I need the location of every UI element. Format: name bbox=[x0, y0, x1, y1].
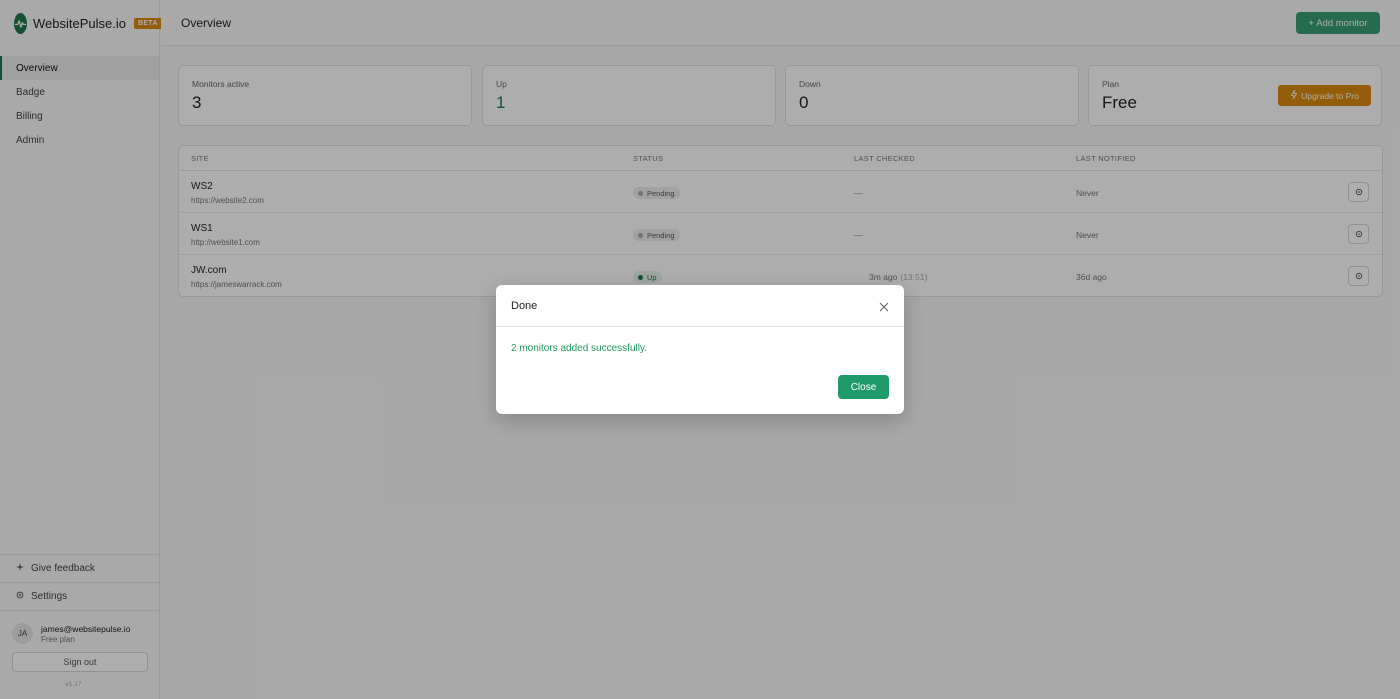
close-button[interactable]: Close bbox=[838, 375, 889, 399]
dialog-message: 2 monitors added successfully. bbox=[511, 343, 647, 354]
done-dialog: Done 2 monitors added successfully. Clos… bbox=[496, 285, 904, 414]
dialog-header: Done bbox=[496, 285, 904, 327]
dialog-title: Done bbox=[511, 300, 538, 312]
close-icon[interactable] bbox=[878, 300, 890, 312]
